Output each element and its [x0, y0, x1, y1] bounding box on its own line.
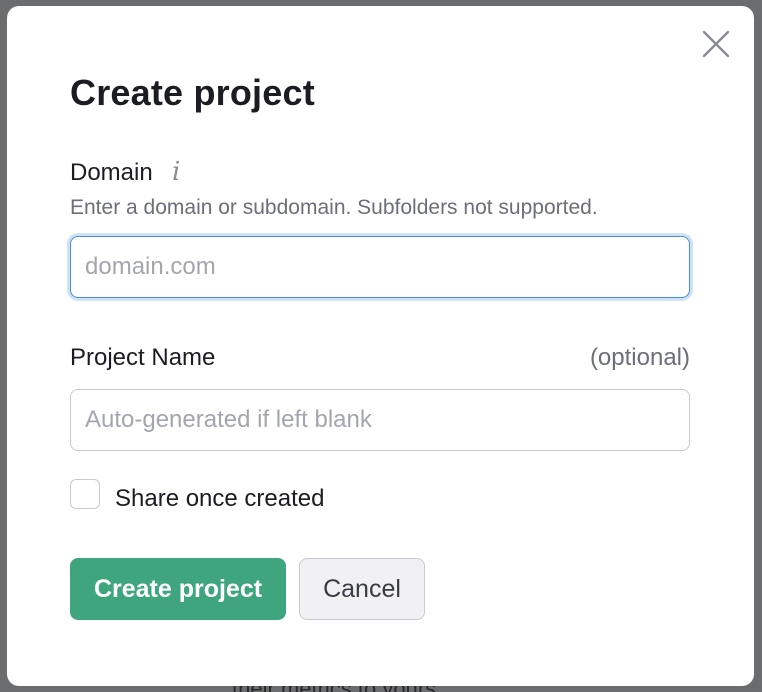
close-icon	[702, 30, 730, 58]
close-button[interactable]	[699, 27, 733, 61]
domain-hint: Enter a domain or subdomain. Subfolders …	[70, 196, 598, 219]
cancel-button[interactable]: Cancel	[299, 558, 425, 620]
create-project-button[interactable]: Create project	[70, 558, 286, 620]
project-name-input[interactable]	[70, 389, 690, 451]
info-icon[interactable]: i	[172, 157, 180, 187]
domain-input[interactable]	[70, 236, 690, 298]
create-project-dialog: Create project Domain i Enter a domain o…	[7, 6, 754, 686]
project-name-label: Project Name	[70, 344, 216, 371]
dialog-title: Create project	[70, 72, 315, 113]
share-checkbox-label[interactable]: Share once created	[115, 485, 324, 513]
share-checkbox[interactable]	[70, 479, 100, 509]
optional-label: (optional)	[589, 344, 690, 371]
domain-label: Domain	[70, 159, 153, 186]
